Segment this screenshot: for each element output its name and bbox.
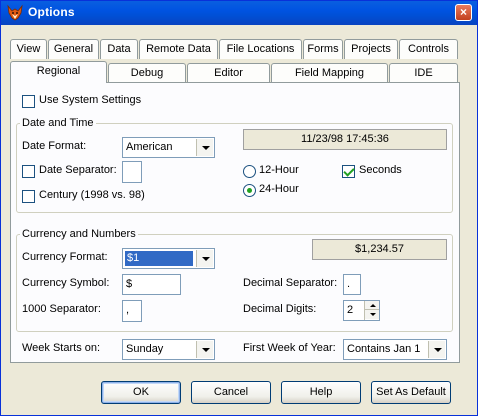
currency-symbol-label: Currency Symbol: [22, 277, 110, 289]
week-starts-select[interactable]: Sunday [122, 339, 215, 360]
century-checkbox[interactable] [22, 190, 35, 203]
week-starts-label: Week Starts on: [22, 342, 101, 354]
currency-preview: $1,234.57 [312, 239, 447, 260]
first-week-select[interactable]: Contains Jan 1 [343, 339, 447, 360]
tab-label: Remote Data [146, 43, 211, 55]
tab-label: Controls [408, 43, 449, 55]
tab-debug[interactable]: Debug [108, 63, 186, 83]
decimal-separator-input[interactable]: . [343, 274, 361, 295]
spin-up-icon[interactable] [365, 301, 379, 310]
chevron-down-icon[interactable] [428, 341, 445, 358]
cancel-button[interactable]: Cancel [191, 381, 271, 404]
currency-group-title: Currency and Numbers [20, 228, 138, 240]
tab-label: View [16, 43, 41, 55]
tab-data[interactable]: Data [100, 39, 138, 59]
date-time-group-title: Date and Time [20, 117, 96, 129]
options-dialog: Options × View General Data Remote Data … [0, 0, 478, 416]
decimal-digits-label: Decimal Digits: [243, 303, 317, 315]
tab-label: IDE [414, 67, 433, 79]
tab-label: Data [107, 43, 131, 55]
spin-down-icon[interactable] [365, 310, 379, 319]
thousand-separator-label: 1000 Separator: [22, 303, 101, 315]
tab-remote-data[interactable]: Remote Data [139, 39, 218, 59]
use-system-settings-label: Use System Settings [39, 94, 142, 106]
help-button[interactable]: Help [281, 381, 361, 404]
tab-view[interactable]: View [10, 39, 47, 59]
24-hour-label: 24-Hour [259, 183, 299, 195]
window-title: Options [28, 5, 75, 19]
chevron-down-icon[interactable] [196, 250, 213, 267]
date-separator-label: Date Separator: [39, 164, 117, 176]
decimal-digits-value: 2 [347, 304, 354, 316]
tab-file-locations[interactable]: File Locations [219, 39, 302, 59]
currency-symbol-input[interactable]: $ [122, 274, 181, 295]
first-week-value: Contains Jan 1 [347, 343, 421, 355]
tab-forms[interactable]: Forms [303, 39, 343, 59]
seconds-checkbox[interactable] [342, 165, 355, 178]
tab-label: Forms [307, 43, 339, 55]
date-separator-checkbox[interactable] [22, 165, 35, 178]
tab-editor[interactable]: Editor [187, 63, 270, 83]
24-hour-radio[interactable] [243, 184, 256, 197]
tab-label: Editor [214, 67, 243, 79]
tab-label: File Locations [226, 43, 295, 55]
thousand-separator-input[interactable]: , [122, 300, 142, 322]
date-time-preview: 11/23/98 17:45:36 [243, 129, 447, 150]
tab-projects[interactable]: Projects [344, 39, 398, 59]
set-as-default-button[interactable]: Set As Default [371, 381, 451, 404]
tab-label: Regional [36, 65, 81, 77]
fox-icon [7, 4, 23, 21]
week-starts-value: Sunday [126, 343, 164, 355]
tab-label: Debug [130, 67, 164, 79]
tab-label: Projects [351, 43, 391, 55]
tab-regional[interactable]: Regional [10, 61, 107, 83]
close-button[interactable]: × [455, 4, 472, 21]
chevron-down-icon[interactable] [196, 341, 213, 358]
first-week-label: First Week of Year: [243, 342, 336, 354]
title-bar[interactable]: Options × [1, 1, 477, 25]
12-hour-label: 12-Hour [259, 164, 299, 176]
tab-general[interactable]: General [48, 39, 99, 59]
date-separator-input[interactable] [122, 161, 142, 183]
currency-format-label: Currency Format: [22, 251, 108, 263]
ok-button[interactable]: OK [101, 381, 181, 404]
decimal-digits-spinner[interactable]: 2 [343, 300, 380, 321]
chevron-down-icon[interactable] [196, 139, 213, 156]
tab-label: General [53, 43, 94, 55]
currency-format-value: $1 [124, 250, 194, 267]
seconds-label: Seconds [359, 164, 402, 176]
tab-field-mapping[interactable]: Field Mapping [271, 63, 388, 83]
date-format-label: Date Format: [22, 140, 87, 152]
currency-format-select[interactable]: $1 [122, 248, 215, 269]
century-label: Century (1998 vs. 98) [39, 189, 145, 201]
use-system-settings-checkbox[interactable] [22, 95, 35, 108]
regional-panel: Use System Settings Date and Time Date F… [10, 82, 460, 363]
date-format-select[interactable]: American [122, 137, 215, 158]
tab-controls[interactable]: Controls [399, 39, 458, 59]
tab-ide[interactable]: IDE [389, 63, 458, 83]
close-icon: × [459, 5, 467, 19]
decimal-separator-label: Decimal Separator: [243, 277, 338, 289]
date-format-value: American [126, 141, 173, 153]
tab-label: Field Mapping [294, 67, 365, 79]
spin-buttons[interactable] [364, 301, 379, 320]
12-hour-radio[interactable] [243, 165, 256, 178]
